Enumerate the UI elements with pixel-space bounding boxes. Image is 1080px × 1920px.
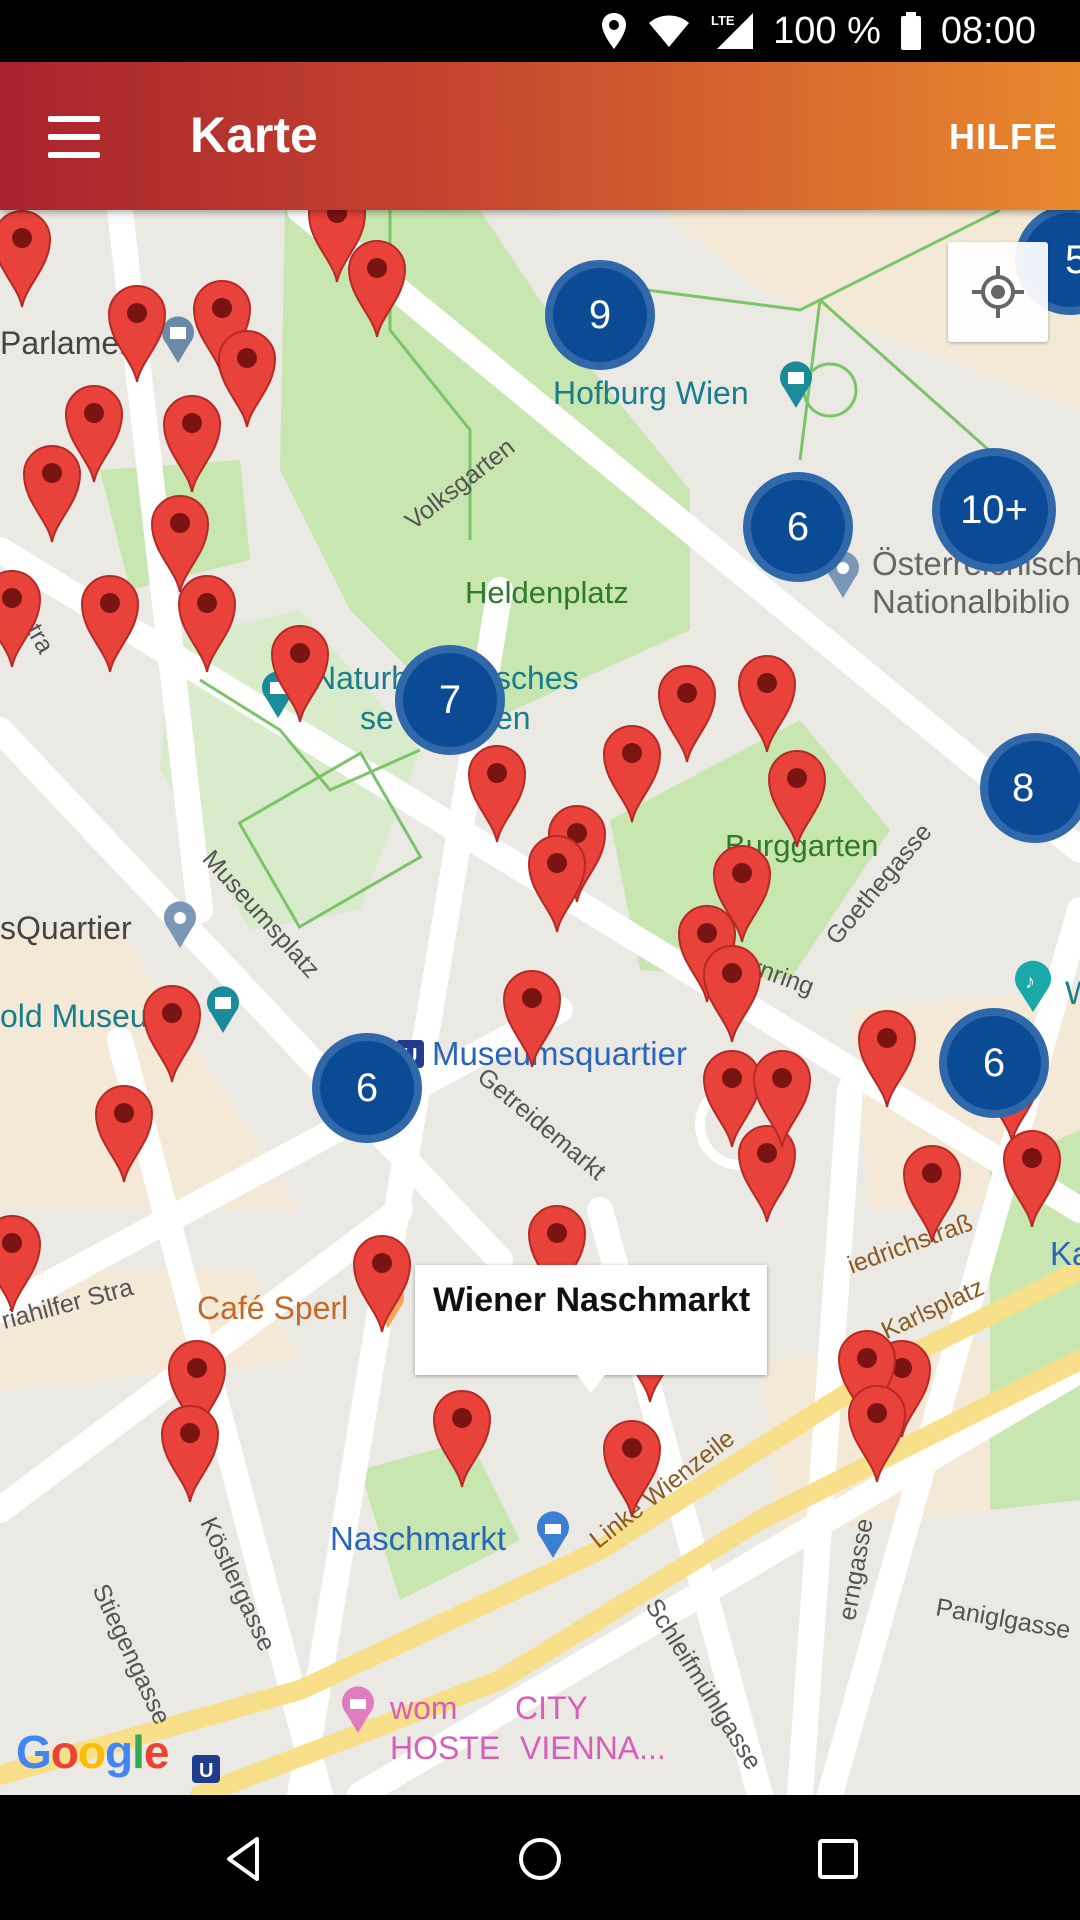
cluster-marker[interactable]: 7 — [395, 645, 505, 755]
map-pin-marker[interactable] — [158, 1400, 222, 1504]
map-pin-marker[interactable] — [855, 1005, 919, 1109]
label-womens-1: wom — [390, 1690, 458, 1726]
battery-icon — [899, 11, 923, 51]
map-pin-marker[interactable] — [92, 1080, 156, 1184]
status-bar: LTE 100 % 08:00 — [0, 0, 1080, 62]
map-pin-marker[interactable] — [600, 720, 664, 824]
label-museumsquartier-poi: sQuartier — [0, 910, 132, 946]
map-pin-marker[interactable] — [0, 565, 44, 669]
map-pin-marker[interactable] — [750, 1045, 814, 1149]
back-triangle-icon[interactable] — [215, 1831, 271, 1887]
svg-text:LTE: LTE — [711, 13, 735, 28]
label-edge-w: W — [1065, 975, 1080, 1012]
map-pin-marker[interactable] — [765, 745, 829, 849]
map-pin-marker[interactable] — [160, 390, 224, 494]
my-location-icon — [972, 266, 1024, 318]
cluster-marker[interactable]: 9 — [545, 260, 655, 370]
label-nationalbib-2: Nationalbiblio — [872, 583, 1071, 620]
recents-square-icon[interactable] — [810, 1831, 866, 1887]
u-bahn-icon-2: U — [192, 1755, 220, 1783]
my-location-button[interactable] — [948, 242, 1048, 342]
map-pin-marker[interactable] — [215, 325, 279, 429]
map-pin-marker[interactable] — [525, 830, 589, 934]
menu-button[interactable] — [38, 106, 108, 166]
map-pin-marker[interactable] — [350, 1230, 414, 1334]
label-karlsplatz-u: Ka — [1050, 1235, 1080, 1272]
map-pin-marker[interactable] — [345, 235, 409, 339]
map-pin-marker[interactable] — [700, 940, 764, 1044]
label-naturhist-2: sches — [495, 660, 579, 696]
location-pin-status-icon — [599, 11, 629, 51]
map-pin-marker[interactable] — [500, 965, 564, 1069]
music-poi-icon: ♪ — [1015, 960, 1051, 1012]
map-pin-marker[interactable] — [845, 1380, 909, 1484]
map-pin-marker[interactable] — [430, 1385, 494, 1489]
map-pin-marker[interactable] — [655, 660, 719, 764]
hofburg-poi-icon — [780, 361, 812, 408]
label-heldenplatz: Heldenplatz — [465, 575, 629, 610]
map-pin-marker[interactable] — [465, 740, 529, 844]
clock: 08:00 — [940, 9, 1036, 52]
battery-percent: 100 % — [773, 9, 881, 52]
map-pin-marker[interactable] — [0, 1210, 44, 1314]
label-hofburg: Hofburg Wien — [553, 375, 749, 411]
map-view[interactable]: Parlament Hofburg Wien Volksgarten Helde… — [0, 210, 1080, 1795]
map-pin-marker[interactable] — [105, 280, 169, 384]
lte-signal-icon: LTE — [709, 11, 755, 51]
map-pin-marker[interactable] — [175, 570, 239, 674]
map-pin-marker[interactable] — [900, 1140, 964, 1244]
map-pin-marker[interactable] — [20, 440, 84, 544]
info-window-title: Wiener Naschmarkt — [433, 1281, 751, 1319]
svg-text:♪: ♪ — [1025, 971, 1035, 993]
map-pin-marker[interactable] — [735, 650, 799, 754]
google-logo: Google — [16, 1726, 169, 1778]
navigation-bar — [0, 1795, 1080, 1920]
menu-icon — [48, 116, 100, 122]
label-naturhist-3: se — [360, 700, 394, 736]
info-window[interactable]: Wiener Naschmarkt — [415, 1265, 767, 1393]
hostel-poi-icon — [342, 1686, 374, 1733]
museumsquartier-poi-icon — [164, 901, 196, 948]
cluster-marker[interactable]: 6 — [939, 1008, 1049, 1118]
map-pin-marker[interactable] — [268, 620, 332, 724]
map-pin-marker[interactable] — [0, 210, 54, 309]
map-pin-marker[interactable] — [140, 980, 204, 1084]
label-womens-3: HOSTE — [390, 1730, 501, 1766]
map-pin-marker[interactable] — [1000, 1125, 1064, 1229]
wifi-icon — [647, 13, 691, 49]
page-title: Karte — [190, 107, 318, 163]
leopold-poi-icon — [207, 986, 239, 1033]
cluster-marker[interactable]: 10+ — [932, 448, 1056, 572]
label-naschmarkt: Naschmarkt — [330, 1520, 507, 1557]
home-circle-icon[interactable] — [512, 1831, 568, 1887]
cluster-marker[interactable]: 6 — [312, 1033, 422, 1143]
market-poi-icon — [537, 1511, 569, 1558]
cluster-marker[interactable]: 8 — [980, 733, 1080, 843]
app-bar: Karte HILFE — [0, 62, 1080, 210]
map-pin-marker[interactable] — [600, 1415, 664, 1519]
label-womens-2: CITY — [515, 1690, 588, 1726]
label-womens-4: VIENNA... — [520, 1730, 666, 1766]
cluster-marker[interactable]: 6 — [743, 472, 853, 582]
help-button[interactable]: HILFE — [949, 116, 1058, 158]
label-cafe-sperl: Café Sperl — [197, 1290, 349, 1326]
svg-text:U: U — [199, 1760, 213, 1782]
map-pin-marker[interactable] — [78, 570, 142, 674]
